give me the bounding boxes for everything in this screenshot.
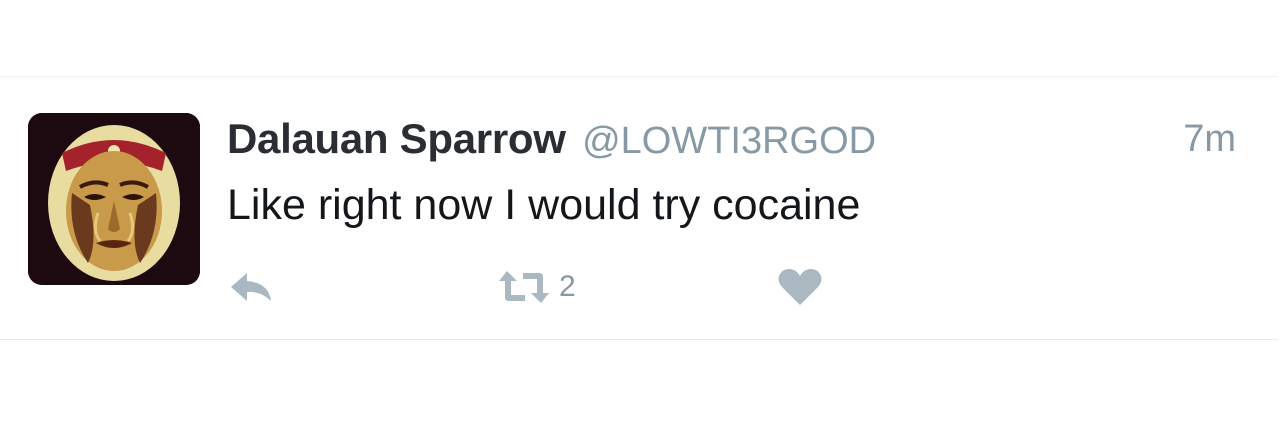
retweet-button[interactable]: 2 <box>497 265 576 309</box>
reply-button[interactable] <box>227 265 275 309</box>
like-button[interactable] <box>777 265 823 309</box>
heart-icon <box>778 269 822 305</box>
reply-arrow-icon <box>231 273 271 301</box>
tweet-header: Dalauan Sparrow @LOWTI3RGOD <box>227 111 876 167</box>
avatar-portrait-image <box>28 113 200 285</box>
retweet-count: 2 <box>559 270 576 303</box>
tweet-text: Like right now I would try cocaine <box>227 181 861 229</box>
retweet-icon <box>499 271 549 303</box>
tweet-actions: 2 <box>227 265 927 309</box>
tweet-timestamp[interactable]: 7m <box>1183 111 1236 167</box>
author-name[interactable]: Dalauan Sparrow <box>227 115 566 162</box>
screenshot-canvas: Dalauan Sparrow @LOWTI3RGOD 7m Like righ… <box>0 0 1280 427</box>
avatar[interactable] <box>28 113 200 285</box>
author-handle[interactable]: @LOWTI3RGOD <box>582 120 876 162</box>
tweet-card[interactable]: Dalauan Sparrow @LOWTI3RGOD 7m Like righ… <box>0 76 1278 340</box>
